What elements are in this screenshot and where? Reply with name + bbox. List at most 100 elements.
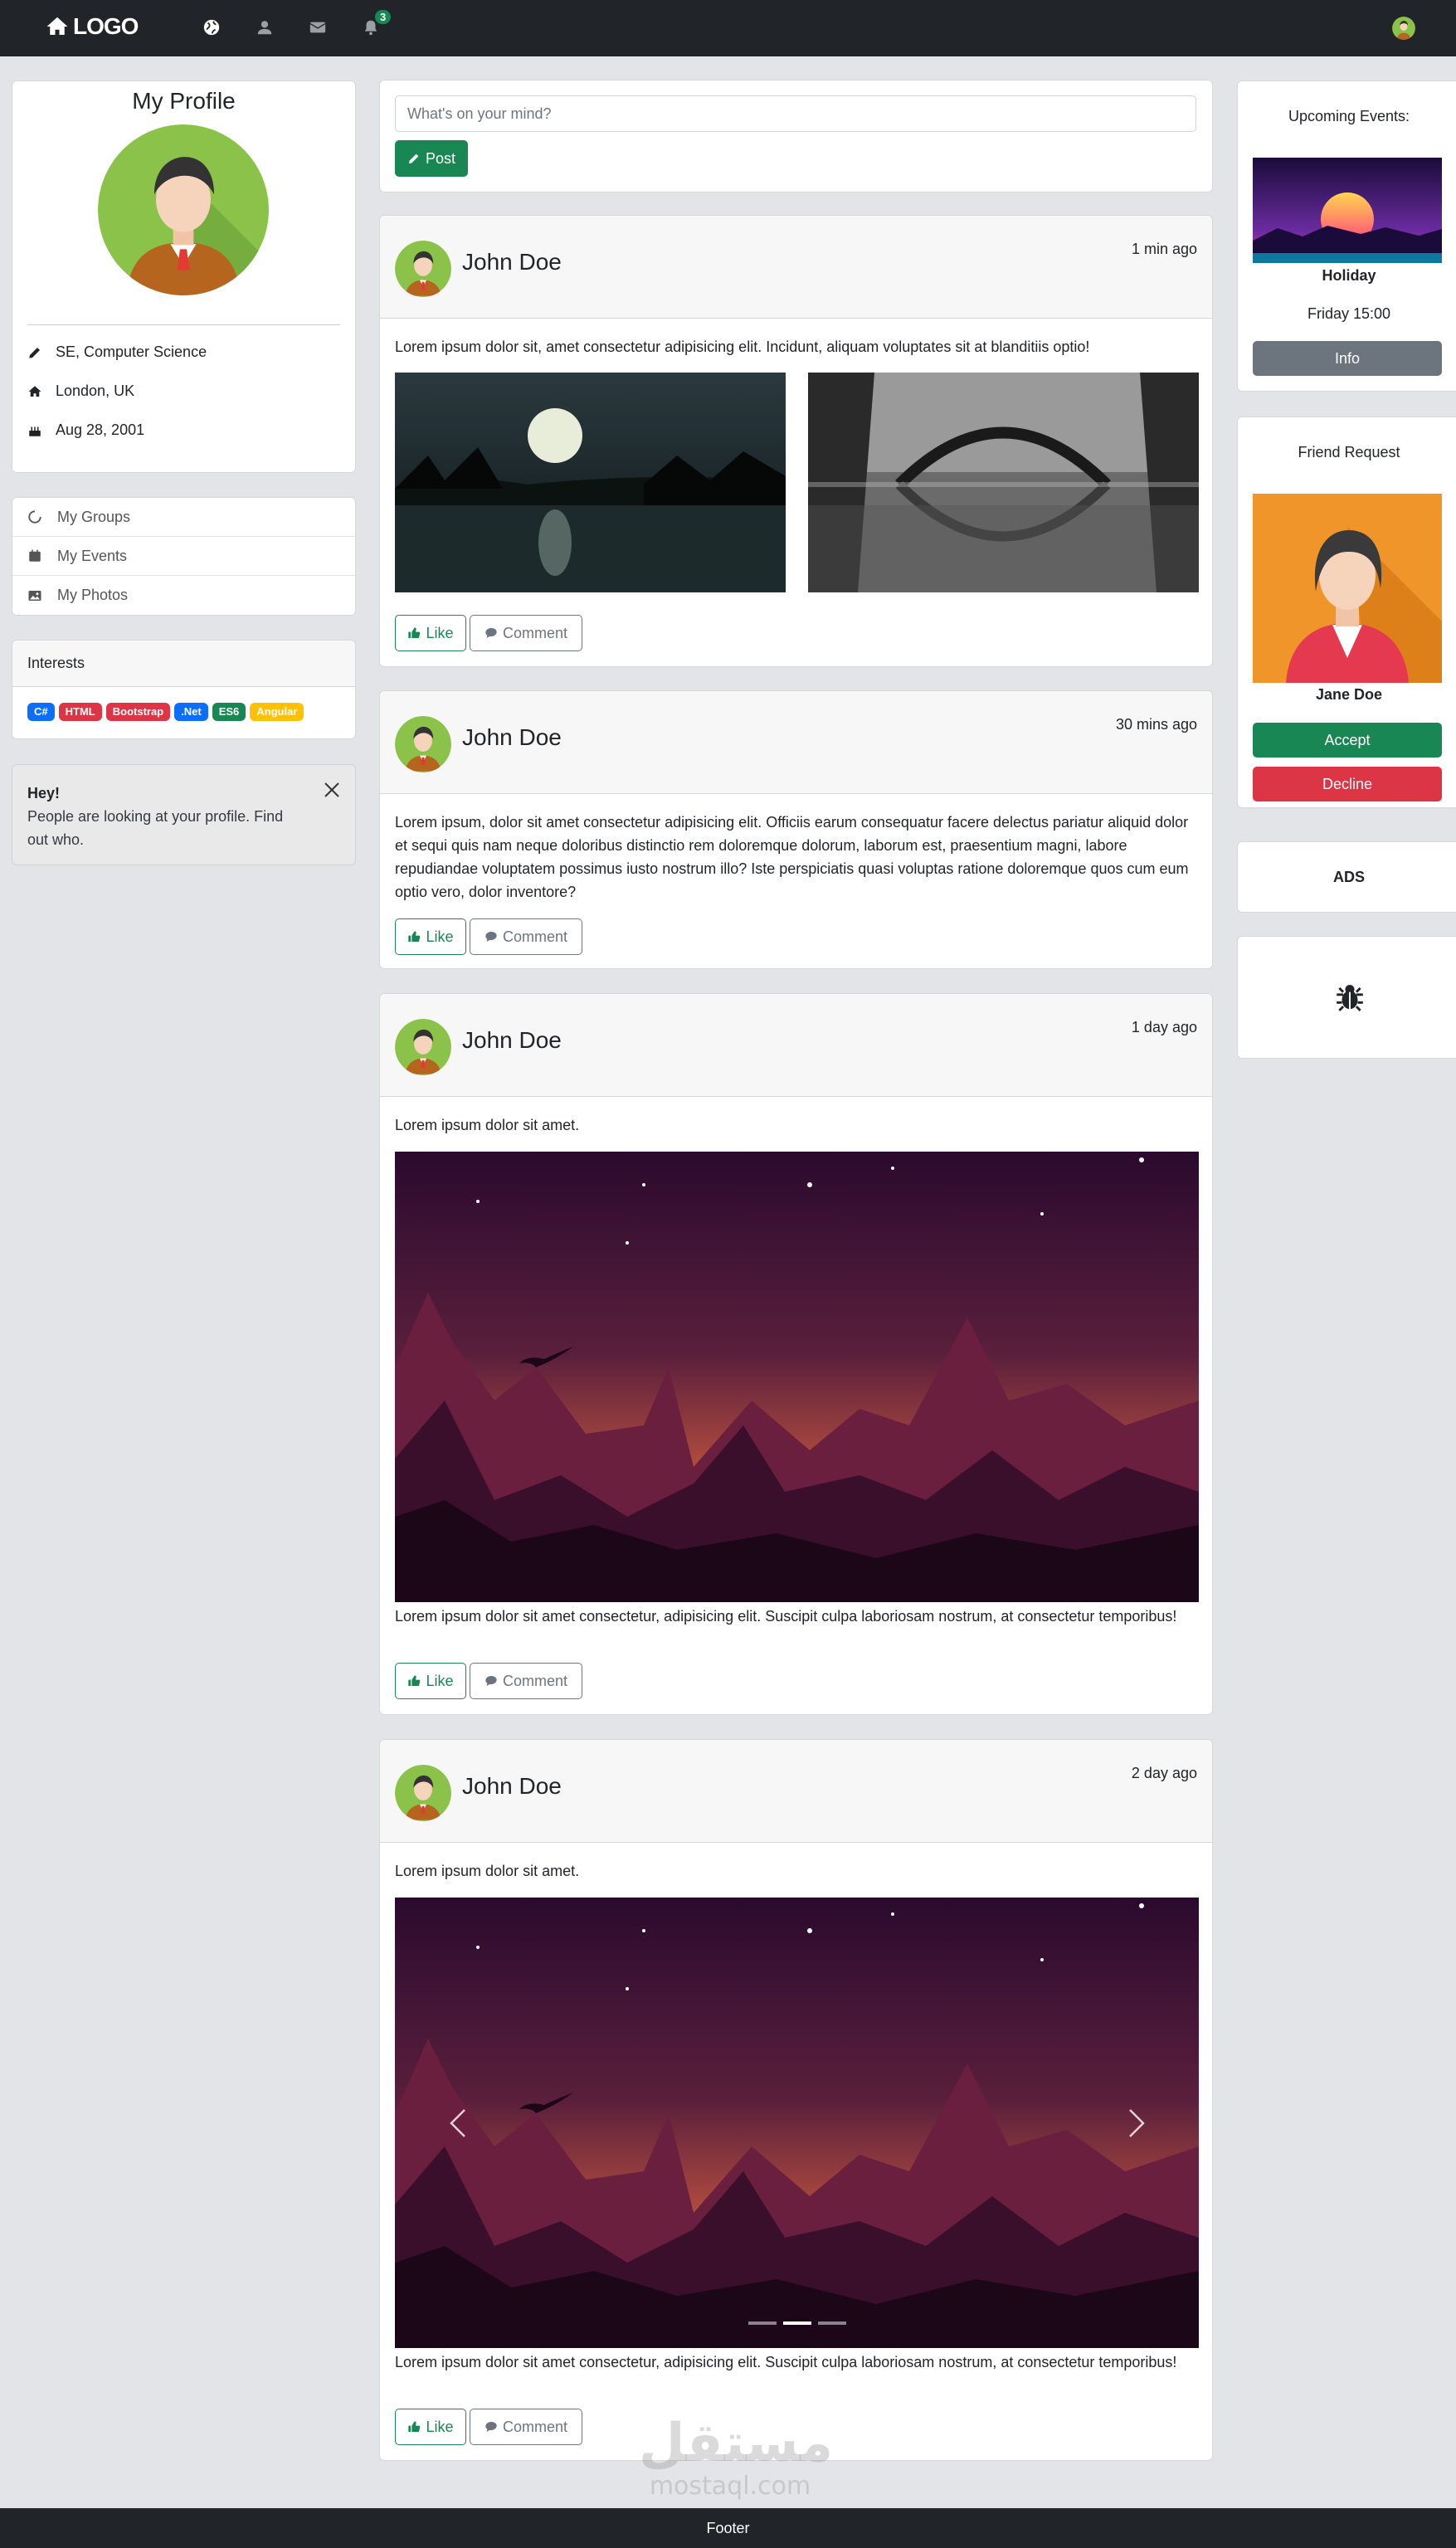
- author-name[interactable]: John Doe: [462, 1027, 562, 1054]
- tag-csharp[interactable]: C#: [27, 703, 55, 721]
- post-timestamp: 2 day ago: [1131, 1765, 1197, 1781]
- post-caption: Lorem ipsum dolor sit amet consectetur, …: [395, 2354, 1177, 2370]
- post-image-moon-lake[interactable]: [395, 373, 786, 592]
- location-row: London, UK: [27, 382, 134, 400]
- user-icon[interactable]: [254, 17, 275, 38]
- thumbs-up-icon: [408, 1675, 421, 1686]
- like-button[interactable]: Like: [395, 2409, 466, 2445]
- post-card: John Doe 1 day ago Lorem ipsum dolor sit…: [379, 993, 1213, 1715]
- decline-button[interactable]: Decline: [1253, 767, 1442, 801]
- requester-name[interactable]: Jane Doe: [1238, 686, 1456, 704]
- like-label: Like: [426, 928, 454, 945]
- post-timestamp: 30 mins ago: [1115, 716, 1197, 733]
- profile-divider: [27, 324, 340, 325]
- circle-notch-icon: [28, 510, 41, 524]
- comment-button[interactable]: Comment: [470, 1663, 582, 1699]
- link-label: My Photos: [57, 587, 129, 603]
- post-header: John Doe 2 day ago: [380, 1740, 1212, 1843]
- like-button[interactable]: Like: [395, 615, 466, 651]
- comment-button[interactable]: Comment: [470, 615, 582, 651]
- accept-button[interactable]: Accept: [1253, 723, 1442, 758]
- alert-title: Hey!: [27, 785, 61, 801]
- author-name[interactable]: John Doe: [462, 249, 562, 275]
- post-text: Lorem ipsum, dolor sit amet consectetur …: [395, 814, 1189, 900]
- post-actions: Like Comment: [395, 615, 582, 651]
- tag-html[interactable]: HTML: [58, 703, 102, 721]
- watermark-arabic: مستقل: [639, 2413, 834, 2474]
- tag-bootstrap[interactable]: Bootstrap: [105, 703, 171, 721]
- notification-badge: 3: [375, 10, 392, 24]
- birthday-text: Aug 28, 2001: [56, 421, 145, 438]
- upcoming-events-card: Upcoming Events: Holiday Friday 15:00 In…: [1237, 80, 1456, 392]
- comment-label: Comment: [502, 928, 568, 945]
- comment-icon: [485, 2422, 497, 2432]
- birthday-cake-icon: [29, 426, 41, 436]
- like-button[interactable]: Like: [395, 918, 466, 955]
- brand-logo[interactable]: LOGO: [45, 13, 139, 40]
- tag-dotnet[interactable]: .Net: [174, 703, 208, 721]
- profile-card: My Profile SE, Computer Science London, …: [12, 80, 356, 473]
- tag-es6[interactable]: ES6: [212, 703, 246, 721]
- tag-angular[interactable]: Angular: [250, 703, 304, 721]
- event-info-button[interactable]: Info: [1253, 341, 1442, 376]
- link-my-photos[interactable]: My Photos: [12, 576, 355, 615]
- events-title: Upcoming Events:: [1288, 108, 1410, 124]
- nav-avatar[interactable]: [1392, 17, 1415, 40]
- watermark-latin: mostaql.com: [649, 2472, 811, 2501]
- requester-avatar[interactable]: [1253, 494, 1442, 683]
- post-timestamp: 1 min ago: [1131, 241, 1197, 257]
- like-label: Like: [426, 2418, 454, 2435]
- bug-card: [1237, 936, 1456, 1059]
- comment-button[interactable]: Comment: [470, 2409, 582, 2445]
- post-text: Lorem ipsum dolor sit, amet consectetur …: [395, 339, 1090, 355]
- status-input[interactable]: What's on your mind?: [395, 95, 1196, 132]
- envelope-icon[interactable]: [307, 17, 329, 38]
- comment-button[interactable]: Comment: [470, 918, 582, 955]
- post-button[interactable]: Post: [395, 140, 468, 177]
- profile-avatar: [98, 124, 269, 295]
- comment-label: Comment: [502, 2418, 568, 2435]
- event-time: Friday 15:00: [1307, 305, 1391, 322]
- occupation-row: SE, Computer Science: [27, 343, 207, 361]
- carousel-indicator-active[interactable]: [782, 2321, 811, 2325]
- author-avatar[interactable]: [395, 1765, 451, 1821]
- carousel-next-icon[interactable]: [1123, 2107, 1148, 2140]
- post-carousel[interactable]: [395, 1898, 1199, 2348]
- post-image-stone-bridge[interactable]: [808, 373, 1199, 592]
- interests-card: Interests C# HTML Bootstrap .Net ES6 Ang…: [12, 640, 356, 739]
- carousel-indicator[interactable]: [747, 2321, 777, 2325]
- carousel-prev-icon[interactable]: [446, 2107, 471, 2140]
- post-image-mountains[interactable]: [395, 1152, 1199, 1602]
- like-label: Like: [426, 624, 454, 641]
- globe-icon[interactable]: [201, 17, 222, 38]
- event-name: Holiday: [1322, 267, 1376, 284]
- author-name[interactable]: John Doe: [462, 724, 562, 751]
- link-my-events[interactable]: My Events: [12, 537, 355, 576]
- comment-label: Comment: [502, 1672, 568, 1689]
- link-my-groups[interactable]: My Groups: [12, 498, 355, 537]
- like-button[interactable]: Like: [395, 1663, 466, 1699]
- bug-icon: [1337, 984, 1363, 1011]
- link-label: My Groups: [57, 508, 131, 525]
- comment-icon: [485, 932, 497, 942]
- author-name[interactable]: John Doe: [462, 1773, 562, 1800]
- carousel-indicator[interactable]: [817, 2321, 846, 2325]
- calendar-icon: [29, 549, 41, 562]
- post-header: John Doe 1 day ago: [380, 994, 1212, 1097]
- post-card: John Doe 30 mins ago Lorem ipsum, dolor …: [379, 690, 1213, 969]
- post-caption: Lorem ipsum dolor sit amet consectetur, …: [395, 1608, 1177, 1625]
- comment-icon: [485, 1676, 497, 1686]
- author-avatar[interactable]: [395, 241, 451, 297]
- brand-text: LOGO: [73, 13, 139, 39]
- close-icon[interactable]: [322, 780, 342, 800]
- author-avatar[interactable]: [395, 1019, 451, 1075]
- author-avatar[interactable]: [395, 716, 451, 772]
- thumbs-up-icon: [408, 2421, 421, 2432]
- birthday-row: Aug 28, 2001: [27, 421, 144, 439]
- link-label: My Events: [57, 547, 128, 564]
- occupation-text: SE, Computer Science: [56, 343, 207, 360]
- thumbs-up-icon: [408, 627, 421, 638]
- carousel-indicators: [395, 2321, 1199, 2325]
- post-header: John Doe 30 mins ago: [380, 691, 1212, 794]
- post-card: John Doe 1 min ago Lorem ipsum dolor sit…: [379, 215, 1213, 667]
